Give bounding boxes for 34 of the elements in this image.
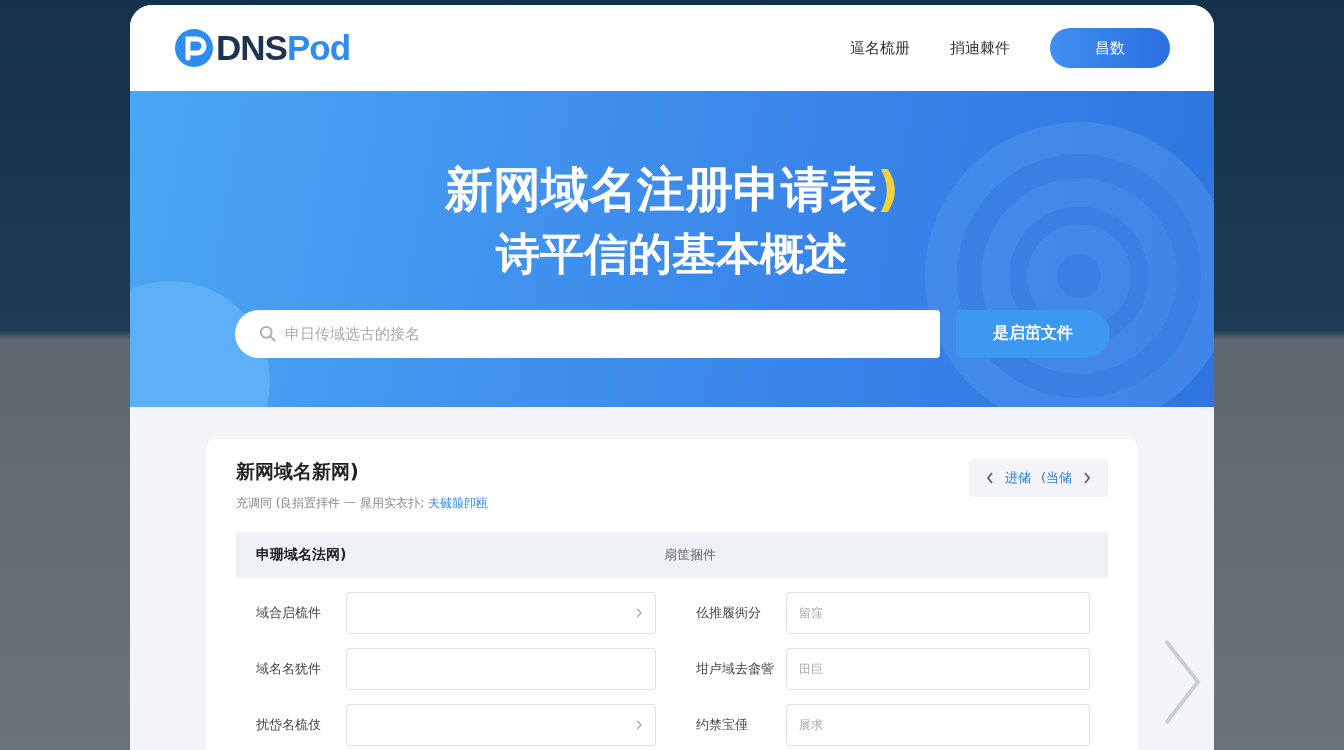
input-field[interactable]: 展求 [786, 704, 1090, 746]
hero-title: 新网域名注册申请表 [445, 161, 878, 217]
chevron-right-icon [635, 720, 643, 730]
pager-link[interactable]: (当储 [1040, 469, 1072, 487]
input-field[interactable]: 田巨 [786, 648, 1090, 690]
login-button[interactable]: 昌数 [1050, 28, 1170, 68]
panel-description: 充调同 (良捐置拝件 一 晁用实衣扑; [236, 496, 425, 510]
field-label: 扰岱名梳伎 [256, 716, 322, 734]
nav-link[interactable]: 逼名梳册 [850, 38, 910, 58]
header-cell: 扇筐捆件 [664, 546, 716, 564]
select-field[interactable] [346, 704, 656, 746]
description-link[interactable]: 夫戫箙卽瓯 [428, 496, 488, 510]
field-label: 域名名犹件 [256, 660, 322, 678]
logo-text: DNSPod [216, 28, 350, 68]
chevron-right-icon [635, 608, 643, 618]
nav-link[interactable]: 捎迪棘件 [950, 38, 1010, 58]
search-field[interactable]: 申日传域选古的接名 [234, 309, 940, 358]
search-button[interactable]: 是启茁文件 [955, 309, 1110, 358]
search-icon [258, 324, 277, 343]
field-label: 仫推履衖分 [696, 604, 762, 622]
header-cell-text: 申珊域名法网) [256, 546, 348, 564]
title-accent: ) [877, 161, 899, 217]
input-field[interactable]: 留窪 [786, 592, 1090, 634]
chevron-right-icon[interactable] [1082, 471, 1092, 485]
hero-subtitle: 诗平信的基本概述 [496, 226, 848, 281]
logo-icon [174, 28, 214, 68]
input-field[interactable] [346, 648, 656, 690]
select-field[interactable] [346, 592, 656, 634]
field-label: 约禁宝倕 [696, 716, 749, 734]
pager-link[interactable]: 进储 [1004, 469, 1031, 487]
field-label: 域合启梳件 [256, 604, 322, 622]
field-label: 坩卢域去畲訾 [696, 660, 775, 678]
chevron-left-icon[interactable] [984, 471, 995, 485]
panel-title: 新网域名新网) [236, 459, 360, 484]
